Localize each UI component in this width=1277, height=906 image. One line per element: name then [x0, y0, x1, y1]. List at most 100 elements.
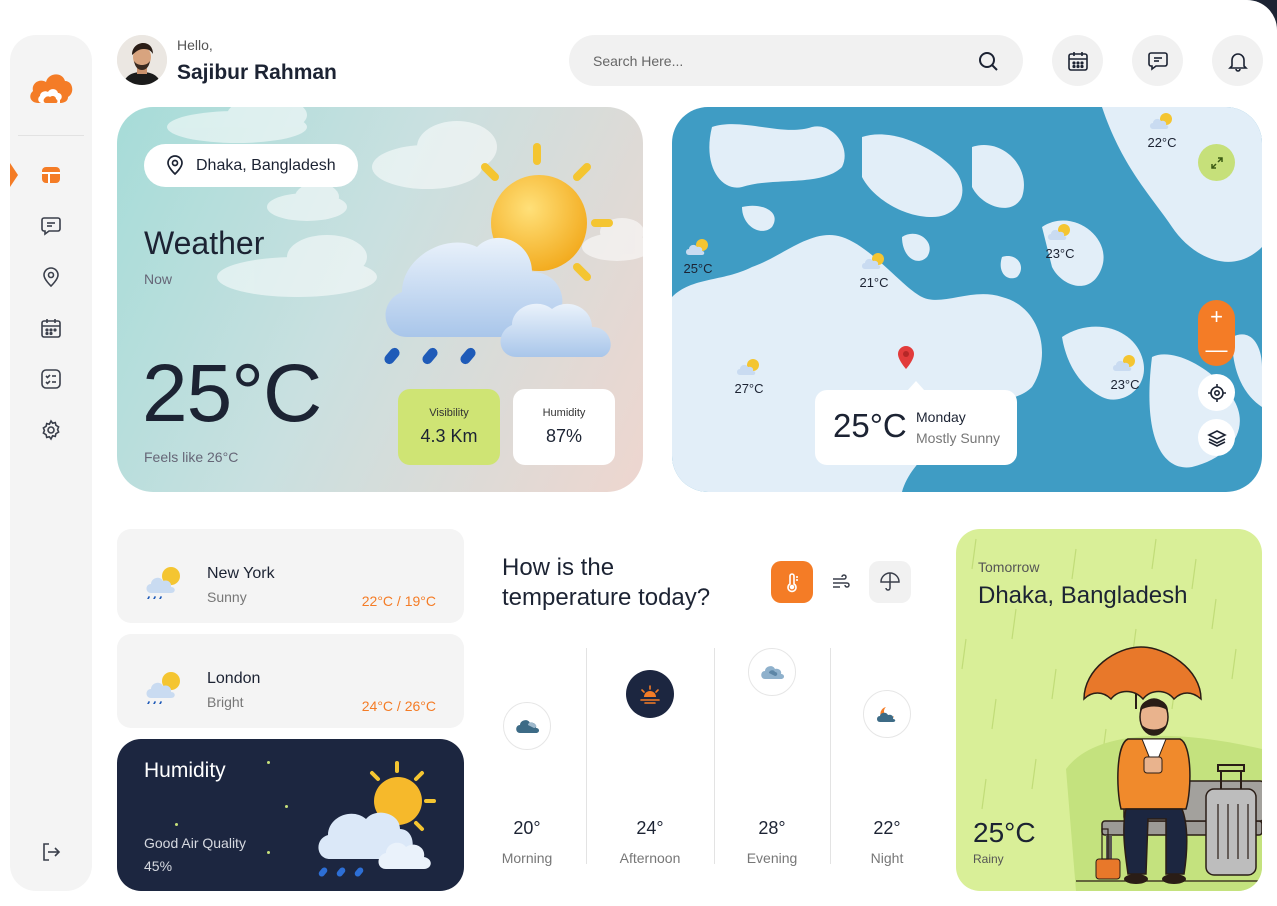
dashboard-icon: [42, 167, 60, 183]
city-temp-range: 22°C / 19°C: [361, 593, 436, 609]
humidity-card-title: Humidity: [144, 759, 226, 782]
zoom-control: + —: [1198, 300, 1235, 366]
partly-sunny-icon: [146, 567, 180, 599]
crosshair-icon: [1207, 383, 1226, 402]
user-avatar-illustration: [117, 35, 167, 85]
thermometer-icon: [787, 573, 798, 593]
bell-icon: [1227, 52, 1248, 72]
temperature-today-title: How is the temperature today?: [502, 553, 742, 613]
wind-icon: [833, 574, 850, 588]
search-icon[interactable]: [977, 50, 999, 72]
zoom-out-button[interactable]: —: [1198, 333, 1235, 366]
map-marker[interactable]: 21°C: [844, 249, 904, 290]
settings-icon: [42, 419, 60, 441]
map-marker[interactable]: 23°C: [1095, 351, 1155, 392]
period-label: Afternoon: [619, 850, 681, 866]
map-pin-icon[interactable]: [897, 344, 915, 370]
period-icon-bubble: [626, 670, 674, 718]
city-card-london[interactable]: London Bright 24°C / 26°C: [117, 634, 464, 728]
star-decoration: [267, 851, 270, 854]
period-label: Night: [870, 850, 904, 866]
map-marker-temp: 23°C: [1110, 377, 1140, 392]
popup-temperature: 25°C: [833, 407, 907, 444]
popup-day: Monday: [916, 409, 966, 425]
map-marker[interactable]: 22°C: [1132, 109, 1192, 150]
avatar[interactable]: [117, 35, 167, 85]
layers-icon: [1206, 429, 1227, 447]
period-temperature: 22°: [873, 818, 901, 838]
locate-button[interactable]: [1198, 374, 1235, 411]
partly-cloudy-icon: [1150, 113, 1172, 129]
location-pill[interactable]: Dhaka, Bangladesh: [144, 144, 358, 187]
weather-subtitle: Now: [144, 271, 173, 287]
map-weather-popup: 25°C Monday Mostly Sunny: [815, 381, 1017, 465]
humidity-value: 87%: [545, 426, 583, 446]
sidebar-item-calendar[interactable]: [36, 313, 66, 343]
logout-icon: [43, 843, 61, 861]
map-marker[interactable]: 25°C: [672, 235, 728, 276]
period-temperature: 20°: [513, 818, 541, 838]
search-input[interactable]: [593, 35, 953, 86]
humidity-label: Humidity: [542, 407, 586, 419]
sidebar-item-tasks[interactable]: [36, 364, 66, 394]
calendar-button[interactable]: [1052, 35, 1103, 86]
active-indicator: [10, 163, 18, 187]
calendar-icon: [1067, 51, 1088, 71]
humidity-card: Humidity Good Air Quality 45%: [117, 739, 464, 891]
rain-tab-button[interactable]: [869, 561, 911, 603]
period-label: Evening: [746, 850, 798, 866]
tomorrow-location: Dhaka, Bangladesh: [978, 582, 1188, 609]
title-line-2: temperature today?: [502, 584, 711, 611]
layers-button[interactable]: [1198, 419, 1235, 456]
weather-map[interactable]: 22°C 25°C 21°C 23°C 27°C 23°C 25°C Monda…: [672, 107, 1262, 492]
city-temp-range: 24°C / 26°C: [361, 698, 436, 714]
period-temperature: 28°: [758, 818, 786, 838]
temperature-tab-button[interactable]: [771, 561, 813, 603]
location-icon: [167, 155, 183, 176]
period-temperature: 24°: [636, 818, 664, 838]
greeting-text: Hello,: [177, 37, 213, 53]
feels-like-text: Feels like 26°C: [144, 449, 239, 465]
sidebar: [10, 35, 92, 891]
partly-cloudy-icon: [737, 359, 759, 375]
checklist-icon: [41, 369, 61, 389]
city-card-new-york[interactable]: New York Sunny 22°C / 19°C: [117, 529, 464, 623]
logout-button[interactable]: [36, 837, 66, 867]
map-marker-temp: 27°C: [734, 381, 764, 396]
chat-icon: [1147, 51, 1168, 71]
notifications-button[interactable]: [1212, 35, 1263, 86]
partly-cloudy-icon: [1048, 224, 1070, 240]
popup-condition: Mostly Sunny: [916, 430, 1001, 446]
app-logo-cloud-icon[interactable]: [28, 65, 74, 109]
zoom-in-button[interactable]: +: [1198, 300, 1235, 333]
map-marker[interactable]: 27°C: [719, 355, 779, 396]
cloudy-icon: [516, 720, 539, 733]
location-text: Dhaka, Bangladesh: [196, 157, 336, 174]
star-decoration: [267, 761, 270, 764]
city-name: New York: [207, 565, 275, 582]
period-night: 22° Night: [829, 648, 945, 866]
sun-cloud-rain-icon: [318, 761, 436, 877]
fullscreen-button[interactable]: [1198, 144, 1235, 181]
tomorrow-label: Tomorrow: [978, 559, 1040, 575]
expand-icon: [1210, 156, 1223, 169]
sidebar-item-settings[interactable]: [36, 415, 66, 445]
messages-button[interactable]: [1132, 35, 1183, 86]
partly-cloudy-icon: [862, 253, 884, 269]
chat-icon: [41, 217, 61, 236]
column-divider: [586, 648, 587, 864]
air-quality-text: Good Air Quality: [144, 835, 246, 851]
sidebar-item-messages[interactable]: [36, 211, 66, 241]
cloudy-icon: [761, 666, 784, 679]
period-morning: 20° Morning: [469, 648, 585, 866]
sidebar-divider: [18, 135, 84, 136]
tomorrow-card[interactable]: Tomorrow Dhaka, Bangladesh 25°C Rainy: [956, 529, 1262, 891]
period-icon-bubble: [748, 648, 796, 696]
sunset-icon: [640, 685, 660, 704]
map-marker[interactable]: 23°C: [1030, 220, 1090, 261]
sidebar-item-dashboard[interactable]: [36, 160, 66, 190]
umbrella-icon: [880, 572, 900, 591]
sidebar-item-location[interactable]: [36, 262, 66, 292]
map-marker-temp: 21°C: [859, 275, 889, 290]
wind-tab-button[interactable]: [820, 561, 862, 603]
